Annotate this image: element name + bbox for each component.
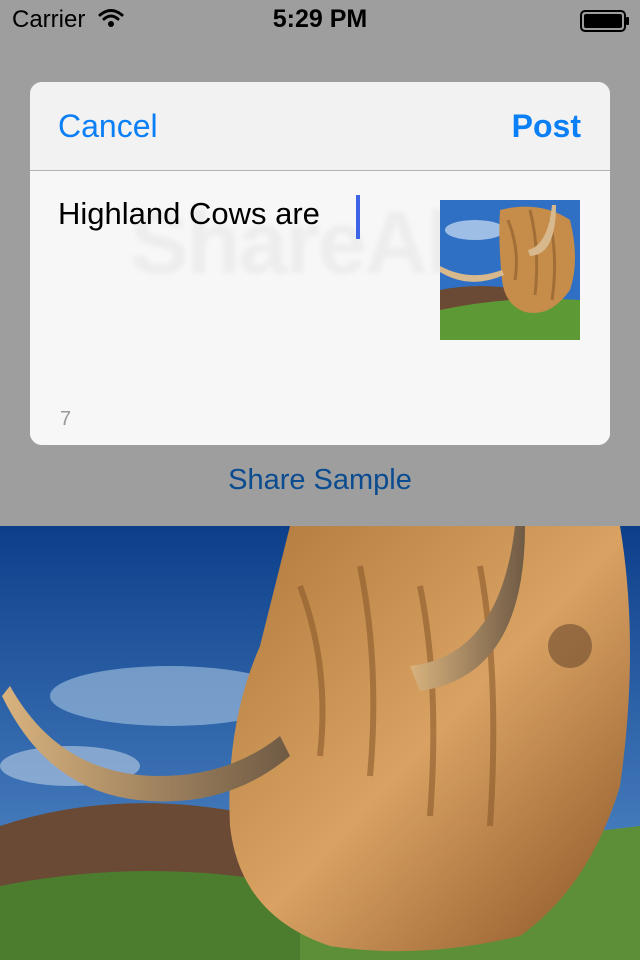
clock-label: 5:29 PM [272,5,368,33]
cancel-button[interactable]: Cancel [58,108,158,145]
attachment-thumbnail[interactable] [440,200,580,340]
share-sample-button[interactable]: Share Sample [0,464,640,497]
compose-header: Cancel Post [30,82,610,170]
status-bar: Carrier 5:29 PM [0,0,640,40]
battery-icon [580,10,630,37]
compose-sheet: Cancel Post ShareAlike Highland Cows are… [30,82,610,445]
compose-text-field[interactable]: Highland Cows are [58,196,320,232]
post-button[interactable]: Post [512,108,581,145]
text-caret [356,195,360,239]
character-count: 7 [60,408,72,430]
highland-cow-photo [0,526,640,960]
